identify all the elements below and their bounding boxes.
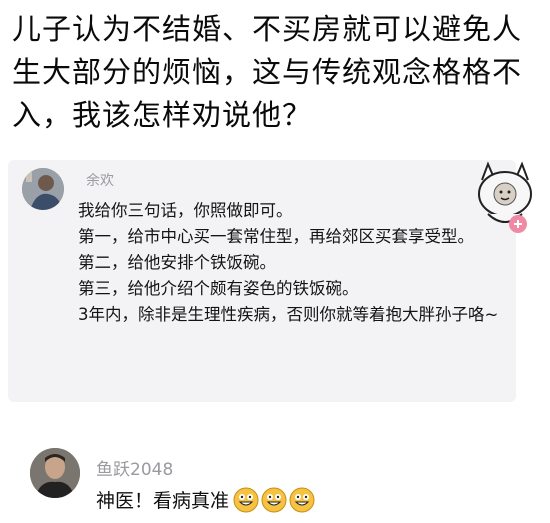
comment-username[interactable]: 余欢 xyxy=(86,170,114,190)
cartoon-face-sticker-icon xyxy=(472,158,538,244)
avatar[interactable] xyxy=(30,448,80,498)
comment-line: 我给你三句话，你照做即可。 xyxy=(78,201,293,220)
avatar[interactable] xyxy=(22,168,64,210)
grinning-face-icon xyxy=(261,487,287,512)
grinning-face-icon xyxy=(289,487,315,512)
comment-line: 第二，给他安排个铁饭碗。 xyxy=(78,253,276,272)
comment-text: 神医！看病真准 xyxy=(96,490,230,512)
comment-card: 余欢 我给你三句话，你照做即可。 第一，给市中心买一套常住型，再给郊区买套享受型… xyxy=(8,160,516,402)
comment-username[interactable]: 鱼跃2048 xyxy=(96,455,173,480)
emoji-row xyxy=(233,487,317,513)
comment-body: 我给你三句话，你照做即可。 第一，给市中心买一套常住型，再给郊区买套享受型。 第… xyxy=(78,198,510,328)
comment-line: 3年内，除非是生理性疾病，否则你就等着抱大胖孙子咯~ xyxy=(78,305,499,324)
grinning-face-icon xyxy=(233,487,259,512)
comment-line: 第三，给他介绍个颇有姿色的铁饭碗。 xyxy=(78,279,359,298)
comment-body: 神医！看病真准 xyxy=(96,486,317,513)
post-question: 儿子认为不结婚、不买房就可以避免人生大部分的烦恼，这与传统观念格格不入，我该怎样… xyxy=(12,12,523,132)
comment-line: 第一，给市中心买一套常住型，再给郊区买套享受型。 xyxy=(78,227,474,246)
